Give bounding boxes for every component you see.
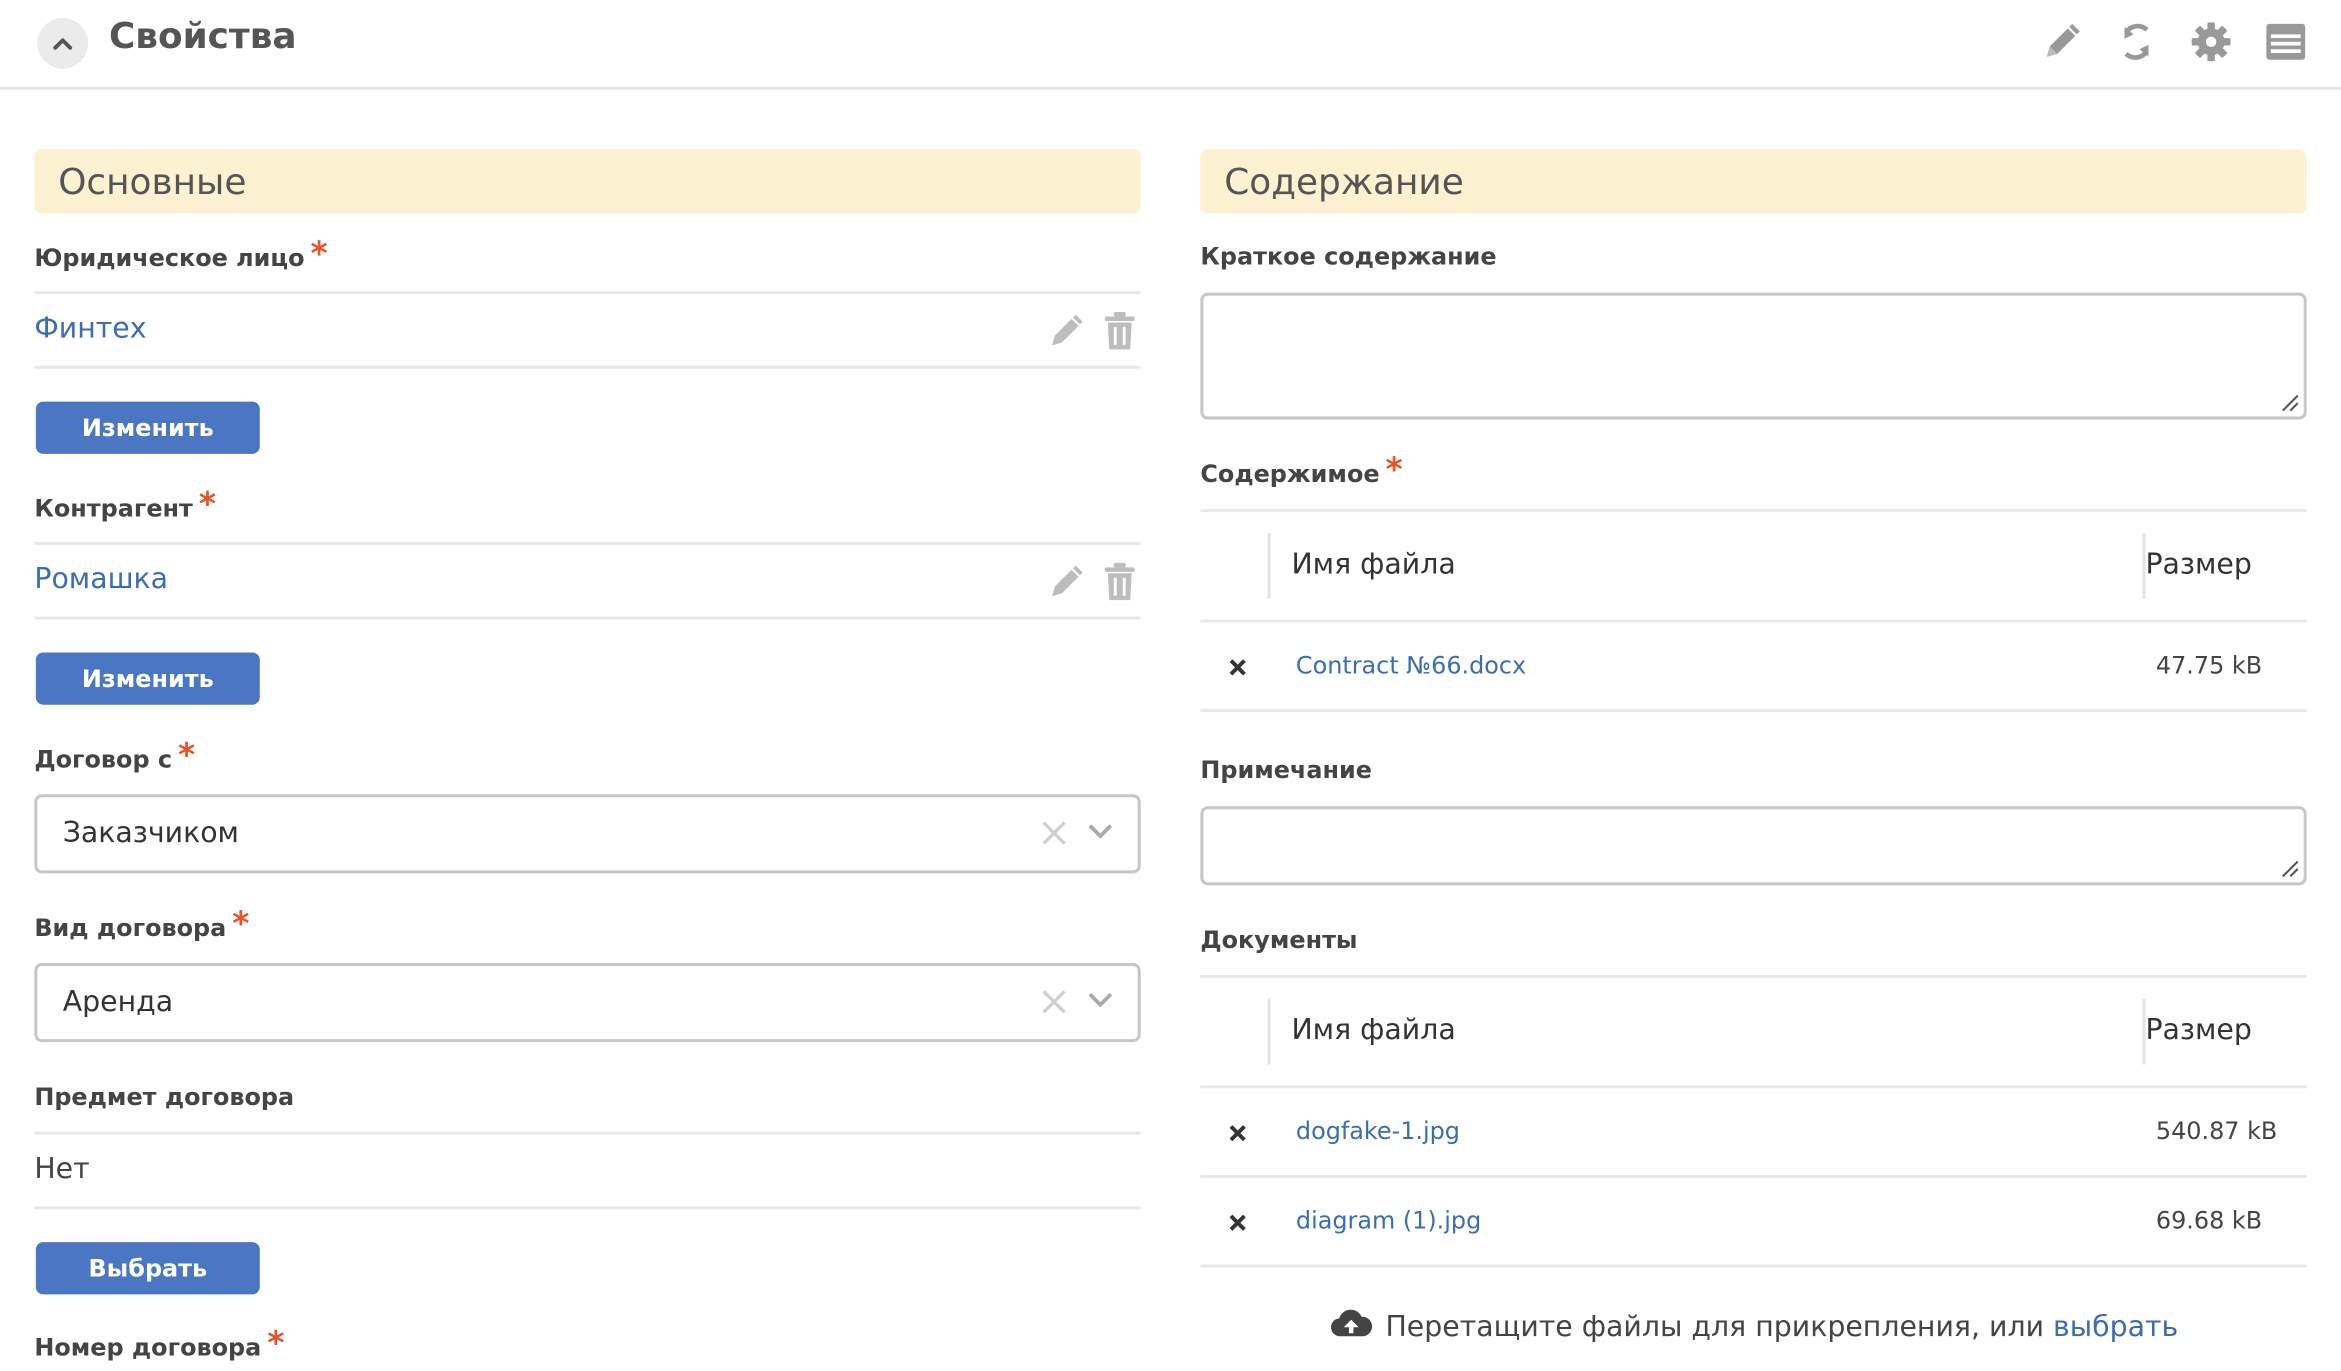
- refresh-icon: [2123, 23, 2150, 60]
- summary-label: Краткое содержание: [1200, 241, 1497, 271]
- contract-with-value: Заказчиком: [62, 816, 239, 850]
- settings-button[interactable]: [2189, 18, 2234, 66]
- required-mark: *: [177, 737, 196, 775]
- edit-button[interactable]: [2039, 18, 2084, 66]
- trash-icon[interactable]: [1102, 311, 1138, 353]
- remove-file-icon[interactable]: [1229, 658, 1247, 676]
- file-size: 69.68 kB: [2155, 1206, 2263, 1235]
- refresh-button[interactable]: [2114, 18, 2159, 66]
- pencil-icon[interactable]: [1045, 311, 1087, 353]
- main-section: Основные Юридическое лицо * Финтех Измен…: [34, 149, 1141, 1362]
- column-header-size[interactable]: Размер: [2145, 548, 2251, 581]
- header-toolbar: [2039, 18, 2308, 66]
- contract-type-select[interactable]: Аренда: [34, 962, 1141, 1043]
- contract-type-label: Вид договора *: [34, 906, 250, 944]
- contract-number-label: Номер договора *: [34, 1325, 285, 1364]
- choose-subject-button[interactable]: Выбрать: [35, 1242, 260, 1295]
- chevron-down-icon[interactable]: [1087, 821, 1114, 842]
- collapse-button[interactable]: [37, 17, 89, 69]
- panel-title: Свойства: [108, 14, 297, 57]
- file-size: 47.75 kB: [2155, 650, 2263, 680]
- file-link[interactable]: diagram (1).jpg: [1296, 1206, 1481, 1234]
- legal-entity-label: Юридическое лицо *: [34, 235, 328, 274]
- remove-file-icon[interactable]: [1229, 1214, 1247, 1232]
- required-mark: *: [267, 1325, 285, 1364]
- summary-textarea[interactable]: [1200, 292, 2307, 420]
- choose-files-link[interactable]: выбрать: [2053, 1311, 2178, 1344]
- documents-label: Документы: [1200, 925, 1358, 955]
- file-link[interactable]: Contract №66.docx: [1296, 651, 1526, 679]
- change-counterparty-button[interactable]: Изменить: [35, 652, 260, 705]
- counterparty-field: Ромашка: [34, 541, 1141, 620]
- documents-file-table: Имя файла Размер dogfake-1.jpg 540.87 kB…: [1200, 974, 2307, 1268]
- table-row: Contract №66.docx 47.75 kB: [1200, 623, 2307, 713]
- clear-icon[interactable]: [1039, 987, 1069, 1017]
- contents-label: Содержимое *: [1200, 452, 1403, 490]
- required-mark: *: [232, 906, 250, 944]
- dropzone-text: Перетащите файлы для прикрепления, или: [1385, 1310, 2054, 1344]
- note-label: Примечание: [1200, 755, 1372, 784]
- cloud-upload-icon: [1330, 1309, 1373, 1337]
- contents-file-table: Имя файла Размер Contract №66.docx 47.75…: [1200, 509, 2307, 713]
- counterparty-label: Контрагент *: [34, 486, 217, 525]
- contract-type-value: Аренда: [62, 985, 174, 1019]
- table-header: Имя файла Размер: [1200, 512, 2307, 623]
- menu-icon: [2266, 23, 2306, 60]
- contract-with-select[interactable]: Заказчиком: [34, 794, 1141, 874]
- resize-grip-icon[interactable]: [2278, 391, 2299, 412]
- column-header-size[interactable]: Размер: [2145, 1014, 2251, 1047]
- column-header-name[interactable]: Имя файла: [1291, 548, 1455, 581]
- pencil-icon[interactable]: [1045, 561, 1087, 603]
- contract-subject-value: Нет: [34, 1152, 90, 1186]
- content-section: Содержание Краткое содержание Содержимое…: [1200, 149, 2307, 1344]
- clear-icon[interactable]: [1039, 818, 1069, 848]
- contract-with-label: Договор с *: [34, 737, 196, 775]
- remove-file-icon[interactable]: [1229, 1124, 1247, 1142]
- table-row: dogfake-1.jpg 540.87 kB: [1200, 1088, 2307, 1178]
- change-legal-entity-button[interactable]: Изменить: [35, 401, 260, 454]
- required-mark: *: [198, 486, 217, 525]
- required-mark: *: [310, 235, 328, 274]
- panel-header: Свойства: [0, 0, 2341, 90]
- section-title-content: Содержание: [1200, 149, 2307, 214]
- chevron-down-icon[interactable]: [1087, 990, 1114, 1011]
- required-mark: *: [1385, 452, 1403, 490]
- file-link[interactable]: dogfake-1.jpg: [1296, 1117, 1460, 1145]
- contract-subject-label: Предмет договора: [34, 1082, 295, 1111]
- table-header: Имя файла Размер: [1200, 978, 2307, 1089]
- properties-panel: Свойства Основные Юридическое лицо * Фин…: [0, 0, 2341, 1371]
- pencil-icon: [2046, 23, 2080, 57]
- gear-icon: [2191, 22, 2231, 62]
- file-size: 540.87 kB: [2155, 1116, 2278, 1146]
- note-textarea[interactable]: [1200, 806, 2307, 886]
- resize-grip-icon[interactable]: [2278, 857, 2299, 878]
- counterparty-link[interactable]: Ромашка: [34, 563, 168, 596]
- column-header-name[interactable]: Имя файла: [1291, 1014, 1455, 1047]
- legal-entity-field: Финтех: [34, 291, 1141, 369]
- chevron-up-icon: [53, 38, 73, 50]
- legal-entity-link[interactable]: Финтех: [34, 312, 146, 345]
- file-dropzone[interactable]: Перетащите файлы для прикрепления, или в…: [1200, 1306, 2306, 1344]
- trash-icon[interactable]: [1102, 561, 1138, 603]
- section-title-main: Основные: [34, 149, 1141, 214]
- menu-button[interactable]: [2263, 18, 2308, 66]
- table-row: diagram (1).jpg 69.68 kB: [1200, 1178, 2307, 1268]
- contract-subject-field: Нет: [34, 1131, 1141, 1210]
